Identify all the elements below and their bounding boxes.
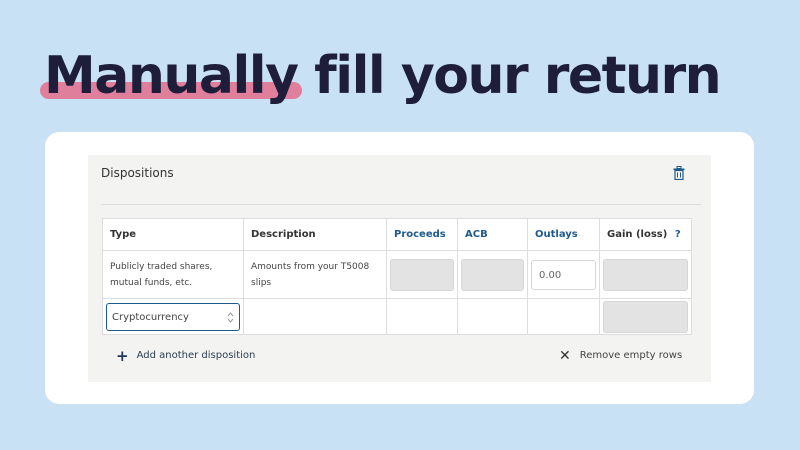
outlays-input[interactable]: 0.00 xyxy=(531,259,596,290)
dispositions-table: Type Description Proceeds ACB Outlays Ga… xyxy=(102,218,692,335)
col-header-description: Description xyxy=(243,218,387,251)
table-header-row: Type Description Proceeds ACB Outlays Ga… xyxy=(102,218,692,251)
select-arrows-icon xyxy=(227,311,234,323)
description-cell[interactable] xyxy=(243,298,387,335)
proceeds-cell xyxy=(386,250,458,299)
type-cell: Cryptocurrency xyxy=(102,298,244,335)
col-header-proceeds[interactable]: Proceeds xyxy=(386,218,458,251)
help-icon[interactable]: ? xyxy=(675,229,681,240)
acb-field xyxy=(461,258,524,291)
gain-loss-field xyxy=(603,258,688,291)
panel-title: Dispositions xyxy=(101,166,174,180)
add-disposition-label: Add another disposition xyxy=(136,350,256,361)
gain-loss-label: Gain (loss) xyxy=(607,229,668,240)
x-icon: ✕ xyxy=(559,347,571,364)
type-select[interactable]: Cryptocurrency xyxy=(106,302,240,331)
proceeds-cell[interactable] xyxy=(386,298,458,335)
gain-loss-field xyxy=(603,300,688,333)
table-row: Cryptocurrency xyxy=(102,298,692,335)
panel-divider xyxy=(101,204,701,205)
col-header-acb[interactable]: ACB xyxy=(457,218,528,251)
gain-loss-cell xyxy=(599,298,692,335)
remove-empty-rows-label: Remove empty rows xyxy=(579,350,683,361)
plus-icon: + xyxy=(116,346,129,365)
acb-cell[interactable] xyxy=(457,298,528,335)
col-header-gain-loss: Gain (loss) ? xyxy=(599,218,692,251)
outlays-cell: 0.00 xyxy=(527,250,600,299)
type-select-value: Cryptocurrency xyxy=(112,311,189,323)
acb-cell xyxy=(457,250,528,299)
remove-empty-rows-button[interactable]: ✕ Remove empty rows xyxy=(559,347,683,364)
headline-highlight: Manually xyxy=(40,44,302,108)
dispositions-panel: Dispositions Type Description Proceeds A… xyxy=(88,155,711,382)
table-row: Publicly traded shares, mutual funds, et… xyxy=(102,250,692,299)
type-cell: Publicly traded shares, mutual funds, et… xyxy=(102,250,244,299)
trash-icon[interactable] xyxy=(673,166,685,180)
headline-highlight-text: Manually xyxy=(44,46,299,106)
proceeds-field xyxy=(390,258,454,291)
col-header-type: Type xyxy=(102,218,244,251)
add-disposition-button[interactable]: + Add another disposition xyxy=(116,346,256,365)
headline: Manually fill your return xyxy=(40,44,722,108)
outlays-cell[interactable] xyxy=(527,298,600,335)
gain-loss-cell xyxy=(599,250,692,299)
type-text: Publicly traded shares, mutual funds, et… xyxy=(110,261,213,288)
description-text: Amounts from your T5008 slips xyxy=(251,261,370,288)
col-header-outlays[interactable]: Outlays xyxy=(527,218,600,251)
description-cell: Amounts from your T5008 slips xyxy=(243,250,387,299)
headline-rest-text: fill your return xyxy=(297,46,722,106)
screenshot-card: Dispositions Type Description Proceeds A… xyxy=(45,132,754,404)
